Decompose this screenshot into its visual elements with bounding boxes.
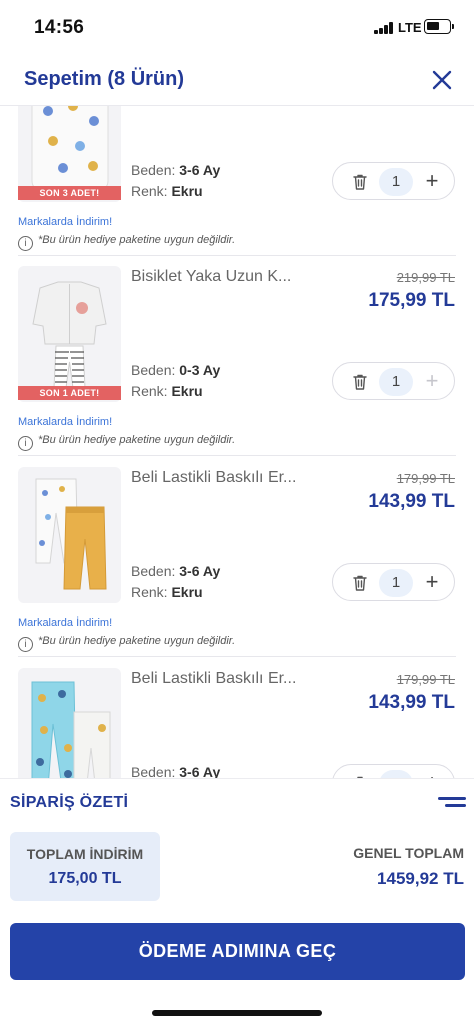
color-attribute: Renk: Ekru	[131, 584, 203, 600]
status-time: 14:56	[34, 17, 85, 38]
quantity-value: 1	[379, 368, 413, 396]
color-attribute: Renk: Ekru	[131, 183, 203, 199]
quantity-stepper: +	[332, 764, 455, 778]
new-price: 143,99 TL	[368, 692, 455, 713]
status-bar: 14:56 LTE	[0, 0, 474, 52]
menu-icon[interactable]	[438, 796, 466, 810]
signal-icon	[374, 22, 394, 34]
trash-icon[interactable]	[351, 173, 369, 191]
stock-badge: SON 3 ADET!	[18, 186, 121, 200]
info-icon: i	[18, 236, 33, 251]
network-type: LTE	[398, 20, 422, 35]
gift-note: i *Bu ürün hediye paketine uygun değildir…	[18, 234, 235, 251]
plus-icon[interactable]: +	[421, 571, 443, 594]
product-image[interactable]	[18, 266, 121, 402]
cart-item: SON 1 ADET! Bisiklet Yaka Uzun K... 219,…	[0, 256, 474, 456]
grand-total-label: GENEL TOPLAM	[353, 845, 464, 861]
trash-icon[interactable]	[351, 574, 369, 592]
trash-icon[interactable]	[351, 373, 369, 391]
discount-label: TOPLAM İNDİRİM	[26, 846, 144, 862]
gift-note: i *Bu ürün hediye paketine uygun değildir…	[18, 635, 235, 652]
new-price: 143,99 TL	[368, 491, 455, 512]
battery-icon	[424, 19, 454, 34]
product-image[interactable]	[18, 467, 121, 603]
size-attribute: Beden: 3-6 Ay	[131, 563, 221, 579]
size-attribute: Beden: 0-3 Ay	[131, 362, 221, 378]
checkout-button[interactable]: ÖDEME ADIMINA GEÇ	[10, 923, 465, 980]
divider	[18, 455, 456, 456]
product-name[interactable]: Bisiklet Yaka Uzun K...	[131, 268, 301, 286]
promo-link[interactable]: Markalarda İndirim!	[18, 617, 112, 629]
footer: ÖDEME ADIMINA GEÇ	[0, 906, 474, 1024]
cart-item: Beli Lastikli Baskılı Er... 179,99 TL 14…	[0, 658, 474, 778]
home-indicator[interactable]	[152, 1010, 322, 1016]
cart-item: Beli Lastikli Baskılı Er... 179,99 TL 14…	[0, 457, 474, 657]
color-attribute: Renk: Ekru	[131, 383, 203, 399]
quantity-value: 1	[379, 569, 413, 597]
summary-title: SİPARİŞ ÖZETİ	[10, 794, 129, 811]
promo-link[interactable]: Markalarda İndirim!	[18, 416, 112, 428]
quantity-stepper: 1 +	[332, 162, 455, 200]
order-summary: SİPARİŞ ÖZETİ TOPLAM İNDİRİM 175,00 TL G…	[0, 778, 474, 906]
discount-value: 175,00 TL	[48, 870, 122, 887]
cart-header: Sepetim (8 Ürün)	[0, 52, 474, 106]
size-attribute: Beden: 3-6 Ay	[131, 764, 221, 778]
divider	[18, 656, 456, 657]
cart-item: SON 3 ADET! Beden: 3-6 Ay Renk: Ekru 1 +…	[0, 106, 474, 256]
grand-total-value: 1459,92 TL	[377, 869, 464, 888]
promo-link[interactable]: Markalarda İndirim!	[18, 216, 112, 228]
quantity-value	[379, 770, 413, 778]
close-icon[interactable]	[428, 66, 456, 94]
quantity-stepper: 1 +	[332, 362, 455, 400]
info-icon: i	[18, 436, 33, 451]
info-icon: i	[18, 637, 33, 652]
old-price: 179,99 TL	[396, 471, 455, 486]
plus-icon[interactable]: +	[421, 370, 443, 393]
old-price: 219,99 TL	[396, 270, 455, 285]
new-price: 175,99 TL	[368, 290, 455, 311]
page-title: Sepetim (8 Ürün)	[24, 68, 185, 90]
quantity-stepper: 1 +	[332, 563, 455, 601]
total-discount-box: TOPLAM İNDİRİM 175,00 TL	[10, 832, 160, 901]
size-attribute: Beden: 3-6 Ay	[131, 162, 221, 178]
product-image[interactable]	[18, 668, 121, 778]
quantity-value: 1	[379, 168, 413, 196]
old-price: 179,99 TL	[396, 672, 455, 687]
cart-item-list[interactable]: SON 3 ADET! Beden: 3-6 Ay Renk: Ekru 1 +…	[0, 106, 474, 778]
product-name[interactable]: Beli Lastikli Baskılı Er...	[131, 670, 301, 688]
plus-icon[interactable]: +	[421, 170, 443, 193]
product-name[interactable]: Beli Lastikli Baskılı Er...	[131, 469, 301, 487]
gift-note: i *Bu ürün hediye paketine uygun değildir…	[18, 434, 235, 451]
stock-badge: SON 1 ADET!	[18, 386, 121, 400]
